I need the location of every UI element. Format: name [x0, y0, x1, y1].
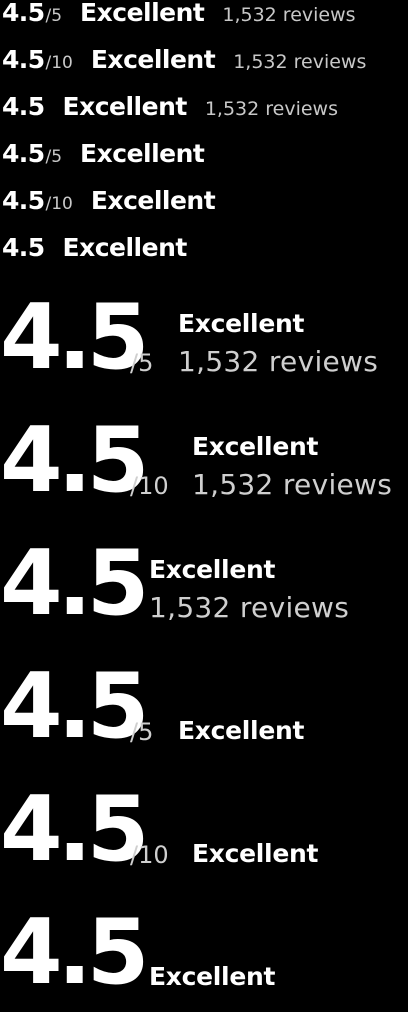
rating-label: Excellent [62, 233, 188, 262]
rating-score: 4.5 [2, 186, 45, 215]
review-count: 1,532 reviews [204, 98, 338, 120]
rating-scale: /10 [130, 472, 169, 500]
rating-label: Excellent [178, 309, 305, 338]
review-count: 1,532 reviews [233, 51, 367, 73]
rating-scale: /10 [45, 194, 73, 214]
rating-label: Excellent [149, 962, 276, 991]
rating-scale: /5 [130, 718, 154, 746]
rating-score: 4.5 [2, 45, 45, 74]
rating-row-large-10: 4.5 /10 Excellent [0, 785, 408, 885]
rating-row-large-no-scale: 4.5 Excellent [0, 908, 408, 1008]
review-count: 1,532 reviews [192, 468, 393, 501]
rating-score-large: 4.5 [0, 654, 149, 759]
rating-label: Excellent [149, 555, 276, 584]
rating-label: Excellent [90, 186, 216, 215]
rating-label: Excellent [80, 0, 205, 27]
rating-row-small-5-with-reviews: 4.5 /5 Excellent 1,532 reviews [2, 0, 356, 40]
rating-scale: /10 [130, 841, 169, 869]
rating-row-large-no-scale-with-reviews: 4.5 Excellent 1,532 reviews [0, 539, 408, 639]
rating-score-large: 4.5 [0, 408, 149, 513]
rating-score-large: 4.5 [0, 777, 149, 882]
rating-score: 4.5 [2, 92, 45, 121]
rating-score: 4.5 [2, 0, 45, 27]
rating-label: Excellent [90, 45, 216, 74]
review-count: 1,532 reviews [222, 4, 356, 26]
rating-scale: /5 [45, 147, 63, 167]
rating-scale: /5 [45, 6, 63, 26]
rating-score-large: 4.5 [0, 531, 149, 636]
rating-score: 4.5 [2, 233, 45, 262]
rating-row-large-5: 4.5 /5 Excellent [0, 662, 408, 762]
rating-score-large: 4.5 [0, 900, 149, 1005]
rating-row-small-5: 4.5 /5 Excellent [2, 139, 205, 181]
review-count: 1,532 reviews [178, 345, 379, 378]
rating-score: 4.5 [2, 139, 45, 168]
rating-label: Excellent [80, 139, 205, 168]
rating-row-small-10: 4.5 /10 Excellent [2, 186, 216, 228]
rating-row-small-no-scale-with-reviews: 4.5 Excellent 1,532 reviews [2, 94, 338, 134]
rating-row-small-10-with-reviews: 4.5 /10 Excellent 1,532 reviews [2, 47, 366, 87]
rating-scale: /10 [45, 53, 73, 73]
rating-row-large-10-with-reviews: 4.5 /10 Excellent 1,532 reviews [0, 416, 408, 516]
review-count: 1,532 reviews [149, 591, 350, 624]
rating-label: Excellent [192, 432, 319, 461]
rating-row-large-5-with-reviews: 4.5 /5 Excellent 1,532 reviews [0, 293, 408, 393]
rating-label: Excellent [62, 92, 188, 121]
rating-label: Excellent [178, 716, 305, 745]
rating-scale: /5 [130, 349, 154, 377]
rating-label: Excellent [192, 839, 319, 868]
rating-score-large: 4.5 [0, 285, 149, 390]
rating-row-small-no-scale: 4.5 Excellent [2, 235, 187, 275]
